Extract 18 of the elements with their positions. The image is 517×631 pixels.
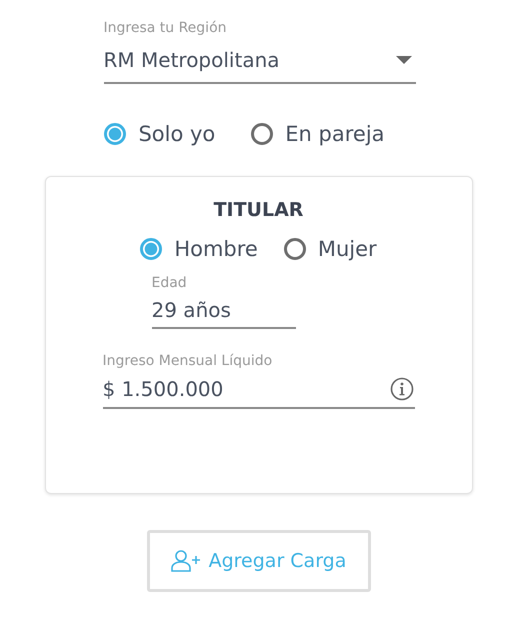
- input-field[interactable]: 29 años: [152, 293, 296, 329]
- field-label: Ingreso Mensual Líquido: [102, 352, 274, 371]
- info-icon: [390, 377, 414, 401]
- input-field[interactable]: $ 1.500.000: [102, 371, 414, 409]
- field-label: Ingresa tu Región: [104, 19, 228, 38]
- radio-button[interactable]: [140, 238, 162, 260]
- radio-button[interactable]: [251, 123, 274, 145]
- caret-icon: [396, 56, 412, 64]
- field-label: Edad: [152, 274, 188, 293]
- radio-option[interactable]: Mujer: [284, 237, 377, 261]
- card-title: TITULAR: [214, 198, 304, 223]
- radio-option[interactable]: Solo yo: [104, 122, 216, 146]
- radio-button[interactable]: [284, 238, 306, 260]
- radio-option[interactable]: Hombre: [140, 237, 258, 261]
- person-plus-icon: [170, 549, 201, 573]
- region-dropdown[interactable]: RM Metropolitana: [104, 38, 416, 84]
- radio-button[interactable]: [104, 123, 126, 145]
- radio-option[interactable]: En pareja: [251, 122, 385, 146]
